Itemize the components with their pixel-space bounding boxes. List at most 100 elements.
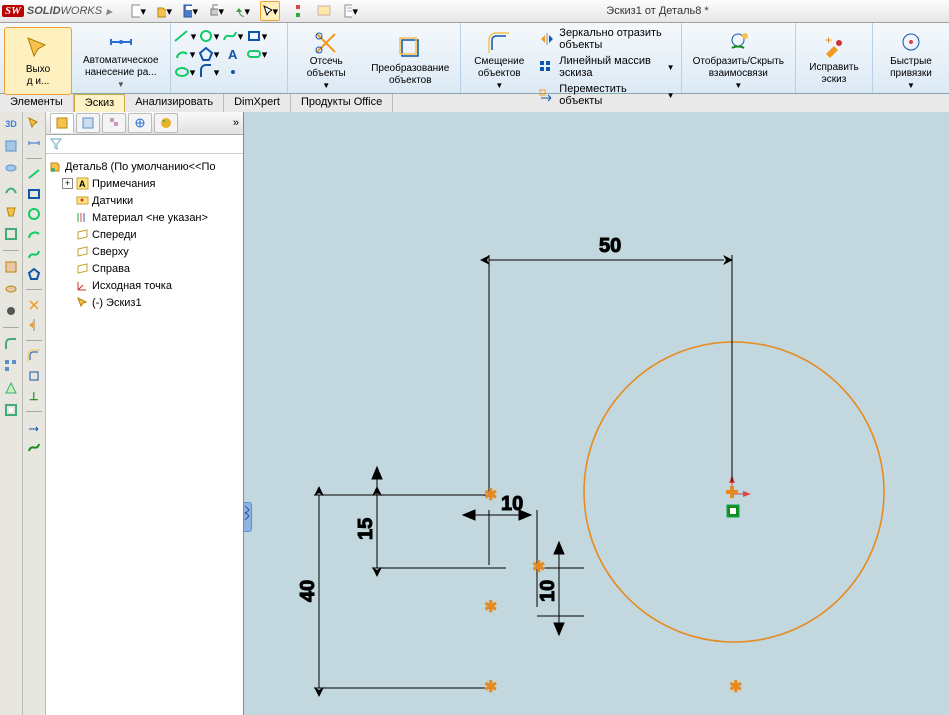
loft-icon[interactable] [3,204,19,220]
point-icon[interactable] [221,63,245,81]
cut-revolve-icon[interactable] [3,281,19,297]
svg-text:✱: ✱ [484,599,497,616]
rect-tool-icon[interactable] [27,187,41,201]
svg-text:10: 10 [501,493,523,515]
convert-tool-icon[interactable] [27,369,41,383]
ribbon: Выхо д и... Автоматическое нанесение ра.… [0,23,949,94]
new-icon[interactable]: ▾ [130,3,146,19]
slot-icon[interactable]: ▾ [245,45,269,63]
quick-access-toolbar: ▾ ▾ ▾ ▾ ▾ ▾ ▾ [122,1,366,21]
move-button[interactable]: Переместить объекты ▼ [539,83,674,107]
undo-icon[interactable]: ▾ [234,3,250,19]
fm-tab-tree-icon[interactable] [50,113,74,133]
tab-evaluate[interactable]: Анализировать [125,94,224,114]
fillet-icon[interactable]: ▾ [197,63,221,81]
sketch-mode-icon[interactable] [27,116,41,130]
tree-sensors[interactable]: Датчики [48,192,241,209]
mirror-button[interactable]: Зеркально отразить объекты [539,27,674,51]
rect-icon[interactable]: ▾ [245,27,269,45]
options-icon[interactable] [316,3,332,19]
feature-tree: Деталь8 (По умолчанию<<По +AПримечания Д… [46,154,243,715]
fillet-feat-icon[interactable] [3,336,19,352]
quick-snaps-button[interactable]: Быстрые привязки▼ [877,27,945,95]
dim-50[interactable]: 50 [489,235,732,495]
rib-icon[interactable] [3,380,19,396]
svg-text:A: A [228,47,238,62]
graphics-area[interactable]: 50 40 15 [244,112,949,715]
spline2-icon[interactable] [27,440,41,454]
sketch-canvas: 50 40 15 [244,112,944,715]
dim-15[interactable]: 15 [355,467,506,568]
relations-tool-icon[interactable]: ⊥ [27,389,41,403]
hole-icon[interactable] [3,303,19,319]
left-rail-1: 3D [0,112,23,715]
convert-button[interactable]: Преобразование объектов [364,27,456,95]
spline-tool-icon[interactable] [27,247,41,261]
rebuild-icon[interactable] [290,3,306,19]
shell-icon[interactable] [3,402,19,418]
arc-icon[interactable]: ▾ [173,45,197,63]
tree-origin[interactable]: Исходная точка [48,277,241,294]
svg-text:15: 15 [355,518,377,540]
sweep-icon[interactable] [3,182,19,198]
tree-plane-right[interactable]: Справа [48,260,241,277]
fm-tab-render-icon[interactable] [154,113,178,133]
repair-sketch-button[interactable]: + Исправить эскиз [800,27,868,95]
dim-40[interactable]: 40 [297,495,486,688]
tree-plane-front[interactable]: Спереди [48,226,241,243]
open-icon[interactable]: ▾ [156,3,172,19]
boundary-icon[interactable] [3,226,19,242]
line-icon[interactable]: ▾ [173,27,197,45]
offset-tool-icon[interactable] [27,349,41,363]
funnel-icon [50,138,62,150]
ellipse-icon[interactable]: ▾ [173,63,197,81]
select-icon[interactable]: ▾ [260,1,280,21]
svg-text:A: A [79,179,86,189]
display-relations-button[interactable]: Отобразить/Скрыть взаимосвязи▼ [686,27,791,95]
circle-icon[interactable]: ▾ [197,27,221,45]
dim-10h[interactable]: 10 [463,493,537,607]
tab-features[interactable]: Элементы [0,94,74,114]
offset-button[interactable]: Смещение объектов▼ [465,27,533,95]
trim-button[interactable]: Отсечь объекты▼ [292,27,360,95]
save-icon[interactable]: ▾ [182,3,198,19]
spline-icon[interactable]: ▾ [221,27,245,45]
move-tool-icon[interactable] [27,420,41,434]
tree-plane-top[interactable]: Сверху [48,243,241,260]
box-icon[interactable] [3,138,19,154]
svg-text:✱: ✱ [484,487,497,504]
dim-icon[interactable] [27,136,41,150]
dim-10v[interactable]: 10 [537,542,584,635]
linear-pattern-button[interactable]: Линейный массив эскиза ▼ [539,55,674,79]
line-tool-icon[interactable] [27,167,41,181]
expand-icon[interactable]: + [62,178,73,189]
trim-tool-icon[interactable] [27,298,41,312]
pattern-icon[interactable] [3,358,19,374]
fm-tab-dim-icon[interactable] [128,113,152,133]
tree-material[interactable]: Материал <не указан> [48,209,241,226]
document-title: Эскиз1 от Деталь8 * [366,5,949,17]
exit-sketch-button[interactable]: Выхо д и... [4,27,72,95]
tree-root[interactable]: Деталь8 (По умолчанию<<По [48,158,241,175]
circle-tool-icon[interactable] [27,207,41,221]
tab-office[interactable]: Продукты Office [291,94,393,114]
polygon-icon[interactable]: ▾ [197,45,221,63]
text-icon[interactable]: A [221,45,245,63]
fm-tab-prop-icon[interactable] [76,113,100,133]
fm-expand-icon[interactable]: » [233,117,239,129]
fm-filter-input[interactable] [46,135,243,154]
left-rail-2: ⊥ [23,112,46,715]
3d-icon[interactable]: 3D [3,116,19,132]
tab-dimxpert[interactable]: DimXpert [224,94,291,114]
mirror-tool-icon[interactable] [27,318,41,332]
tree-annotations[interactable]: +AПримечания [48,175,241,192]
sheet-icon[interactable]: ▾ [342,3,358,19]
print-icon[interactable]: ▾ [208,3,224,19]
poly-tool-icon[interactable] [27,267,41,281]
smart-dimension-button[interactable]: Автоматическое нанесение ра... ▼ [76,27,166,95]
arc-tool-icon[interactable] [27,227,41,241]
tree-sketch1[interactable]: (-) Эскиз1 [48,294,241,311]
cut-extrude-icon[interactable] [3,259,19,275]
fm-tab-config-icon[interactable] [102,113,126,133]
revolve-icon[interactable] [3,160,19,176]
